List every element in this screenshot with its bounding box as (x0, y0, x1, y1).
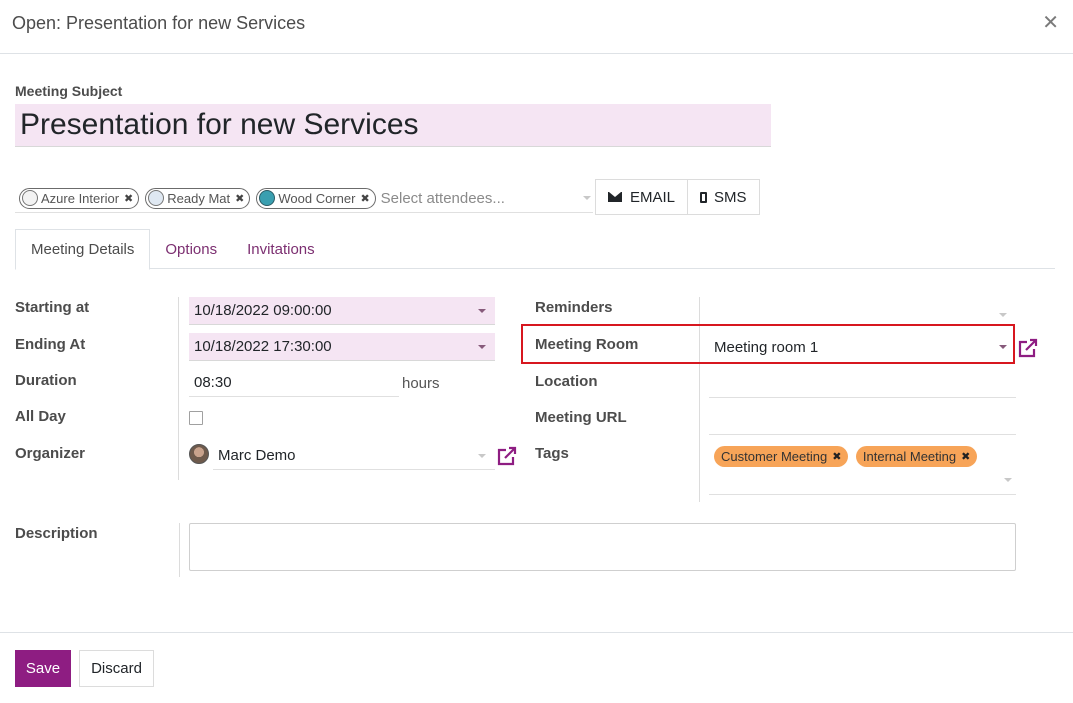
attendees-field[interactable]: Azure Interior ✖ Ready Mat ✖ Wood Corner… (15, 184, 593, 213)
tags-input[interactable]: Customer Meeting ✖ Internal Meeting ✖ (709, 440, 1016, 495)
all-day-label: All Day (15, 408, 66, 425)
remove-tag-icon[interactable]: ✖ (832, 450, 841, 463)
envelope-icon (608, 192, 622, 202)
meeting-url-label: Meeting URL (535, 409, 627, 426)
meeting-room-input[interactable]: Meeting room 1 (709, 333, 1016, 361)
duration-input[interactable]: 08:30 (189, 369, 399, 397)
meeting-room-value: Meeting room 1 (714, 338, 819, 356)
external-link-icon[interactable] (1017, 338, 1039, 358)
tag-badge: Customer Meeting ✖ (714, 446, 849, 467)
tab-meeting-details[interactable]: Meeting Details (15, 229, 151, 270)
attendee-tag: Wood Corner ✖ (256, 187, 376, 209)
email-button[interactable]: EMAIL (595, 179, 689, 215)
meeting-subject-label: Meeting Subject (15, 83, 123, 99)
dropdown-arrow-icon[interactable] (478, 344, 486, 349)
dialog-header: Open: Presentation for new Services ✕ (0, 0, 1073, 54)
meeting-subject-input[interactable]: Presentation for new Services (15, 104, 771, 147)
remove-tag-icon[interactable]: ✖ (124, 192, 133, 205)
duration-label: Duration (15, 372, 77, 389)
attendee-tag: Ready Mat ✖ (145, 187, 251, 209)
tag-label: Internal Meeting (862, 449, 957, 464)
label-divider (179, 523, 180, 577)
location-input[interactable] (709, 370, 1016, 398)
remove-tag-icon[interactable]: ✖ (360, 192, 369, 205)
location-label: Location (535, 373, 598, 390)
starting-at-label: Starting at (15, 299, 90, 316)
sms-button[interactable]: SMS (688, 179, 760, 215)
attendees-input[interactable]: Select attendees... (381, 190, 583, 207)
dropdown-arrow-icon[interactable] (999, 313, 1007, 317)
save-button[interactable]: Save (15, 650, 71, 687)
attendee-name: Azure Interior (41, 190, 120, 206)
email-button-label: EMAIL (630, 188, 676, 206)
dropdown-arrow-icon[interactable] (999, 345, 1007, 349)
organizer-label: Organizer (15, 445, 86, 462)
attendee-tag: Azure Interior ✖ (19, 187, 140, 209)
tag-badge: Internal Meeting ✖ (855, 446, 978, 467)
dialog-title: Open: Presentation for new Services (12, 13, 306, 33)
ending-at-input[interactable]: 10/18/2022 17:30:00 (189, 333, 495, 361)
ending-at-value: 10/18/2022 17:30:00 (194, 338, 332, 355)
attendee-name: Ready Mat (167, 190, 231, 206)
mobile-phone-icon (700, 191, 708, 203)
remove-tag-icon[interactable]: ✖ (961, 450, 970, 463)
duration-unit: hours (402, 375, 440, 392)
label-divider (178, 297, 179, 480)
dropdown-arrow-icon[interactable] (478, 308, 486, 313)
tag-label: Customer Meeting (721, 449, 828, 464)
contact-button-group: EMAIL SMS (595, 179, 760, 215)
tab-options[interactable]: Options (150, 229, 232, 269)
description-input[interactable] (189, 523, 1016, 571)
remove-tag-icon[interactable]: ✖ (235, 192, 244, 205)
meeting-url-input[interactable] (709, 407, 1016, 435)
reminders-label: Reminders (535, 299, 613, 316)
footer-divider (0, 632, 1073, 633)
discard-button[interactable]: Discard (79, 650, 154, 687)
company-logo-icon (22, 190, 38, 206)
description-label: Description (15, 525, 98, 542)
close-icon[interactable]: ✕ (1042, 10, 1059, 35)
sms-button-label: SMS (714, 188, 747, 206)
dropdown-arrow-icon[interactable] (583, 196, 591, 200)
starting-at-input[interactable]: 10/18/2022 09:00:00 (189, 297, 495, 325)
starting-at-value: 10/18/2022 09:00:00 (194, 302, 332, 319)
all-day-checkbox[interactable] (189, 411, 203, 425)
organizer-value: Marc Demo (218, 447, 296, 464)
tags-label: Tags (535, 445, 569, 462)
organizer-avatar (189, 444, 209, 464)
company-logo-icon (259, 190, 276, 206)
attendee-name: Wood Corner (278, 190, 356, 206)
company-logo-icon (148, 190, 165, 206)
tab-invitations[interactable]: Invitations (232, 229, 330, 269)
external-link-icon[interactable] (496, 446, 518, 466)
dropdown-arrow-icon[interactable] (478, 453, 486, 458)
organizer-input[interactable]: Marc Demo (213, 442, 495, 470)
dropdown-arrow-icon[interactable] (1004, 478, 1012, 482)
tab-bar: Meeting Details Options Invitations (15, 229, 1055, 270)
ending-at-label: Ending At (15, 336, 86, 353)
reminders-input[interactable] (709, 297, 1016, 325)
